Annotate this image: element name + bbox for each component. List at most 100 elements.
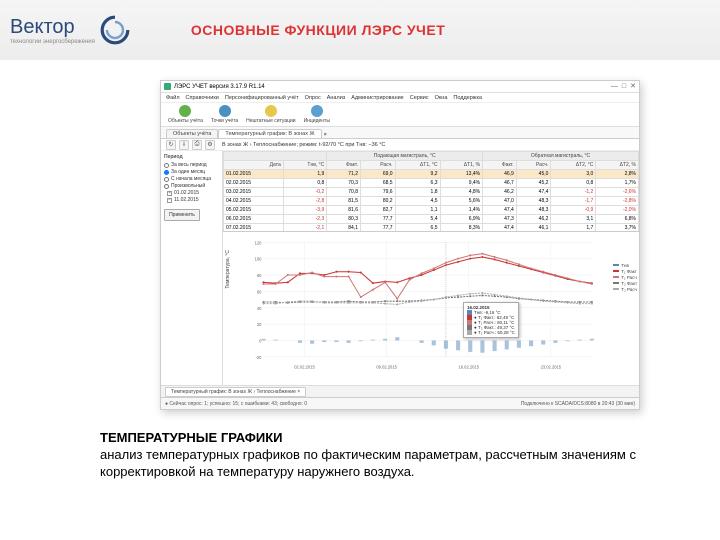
- close-icon[interactable]: ✕: [630, 83, 636, 90]
- chart-legend: ТнвТ₁ ФактТ₁ РасчТ₂ ФактТ₂ Расч: [613, 262, 637, 293]
- data-table-wrap[interactable]: Подающая магистраль, °CОбратная магистра…: [223, 151, 639, 232]
- apply-button[interactable]: Применить: [164, 209, 200, 221]
- svg-text:02.02.2015: 02.02.2015: [294, 364, 315, 369]
- settings-button[interactable]: ⚙: [205, 140, 215, 150]
- swirl-icon: [99, 14, 131, 46]
- menu-item[interactable]: Анализ: [327, 95, 346, 101]
- column-header[interactable]: ΔT1, %: [440, 161, 483, 170]
- chart-tooltip: 16.02.2015Тнв: -9,16 °C● Т₁ Факт.: 82,49…: [463, 302, 519, 338]
- status-right: Подключено к SCADA/DCS:8080 в 20:43 (30 …: [521, 401, 635, 407]
- svg-text:23.02.2015: 23.02.2015: [541, 364, 562, 369]
- period-option[interactable]: За весь период: [164, 162, 219, 168]
- column-header[interactable]: ΔT1, °C: [395, 161, 440, 170]
- svg-text:120: 120: [255, 240, 263, 245]
- app-window: ЛЭРС УЧЕТ версия 3.17.9 R1.14 — □ ✕ Файл…: [160, 80, 640, 410]
- radio-input[interactable]: [164, 170, 169, 175]
- tree-expand-icon[interactable]: +: [167, 191, 172, 196]
- period-option[interactable]: С начала месяца: [164, 176, 219, 182]
- toolbar-label: Нештатные ситуации: [246, 118, 295, 124]
- sidebar-section-label: Период: [164, 154, 219, 160]
- chart-plot: -2002040608010012002.02.201509.02.201516…: [245, 236, 635, 371]
- menu-item[interactable]: Окна: [435, 95, 448, 101]
- legend-item[interactable]: Т₁ Расч: [613, 275, 637, 280]
- table-row[interactable]: 05.02.2015-3,981,682,71,11,4%47,448,3-0,…: [224, 206, 639, 215]
- app-icon: [164, 83, 171, 90]
- svg-text:16.02.2015: 16.02.2015: [458, 364, 479, 369]
- toolbar-label: Объекты учёта: [168, 118, 203, 124]
- refresh-button[interactable]: ↻: [166, 140, 176, 150]
- menu-item[interactable]: Администрирование: [351, 95, 403, 101]
- date-to[interactable]: 11.02.2015: [174, 197, 199, 203]
- tab[interactable]: Объекты учёта: [166, 129, 218, 138]
- column-header[interactable]: Расч.: [360, 161, 395, 170]
- column-header[interactable]: ΔT2, %: [596, 161, 639, 170]
- legend-item[interactable]: Т₂ Факт: [613, 281, 637, 286]
- data-table: Подающая магистраль, °CОбратная магистра…: [223, 151, 639, 232]
- svg-text:60: 60: [257, 289, 262, 294]
- svg-text:80: 80: [257, 273, 262, 278]
- toolbar-points-button[interactable]: Точки учёта: [209, 104, 240, 125]
- footer-tabs: Температурный график: В зонах Ж › Теплос…: [161, 385, 639, 397]
- column-header[interactable]: ΔT2, °C: [551, 161, 596, 170]
- titlebar[interactable]: ЛЭРС УЧЕТ версия 3.17.9 R1.14 — □ ✕: [161, 81, 639, 93]
- column-header[interactable]: Тнв, °C: [283, 161, 327, 170]
- table-row[interactable]: 02.02.20150,870,368,56,39,4%46,745,20,81…: [224, 179, 639, 188]
- menu-item[interactable]: Сервис: [410, 95, 429, 101]
- column-header[interactable]: Факт.: [483, 161, 517, 170]
- export-button[interactable]: ⇩: [179, 140, 189, 150]
- table-row[interactable]: 04.02.2015-2,881,580,24,55,6%47,048,3-1,…: [224, 197, 639, 206]
- table-row[interactable]: 07.02.2015-2,184,177,76,58,3%47,446,11,7…: [224, 224, 639, 232]
- column-header[interactable]: Дата: [224, 161, 284, 170]
- chart-area[interactable]: Температура, °C -2002040608010012002.02.…: [223, 232, 639, 385]
- table-row[interactable]: 01.02.20151,971,269,09,213,4%46,945,03,0…: [224, 170, 639, 179]
- sub-toolbar: ↻ ⇩ ⎙ ⚙ В зонах Ж › Теплоснабжение; режи…: [161, 139, 639, 151]
- radio-input[interactable]: [164, 184, 169, 189]
- legend-item[interactable]: Тнв: [613, 263, 637, 268]
- minimize-icon[interactable]: —: [611, 83, 618, 90]
- menu-item[interactable]: Справочники: [186, 95, 219, 101]
- radio-input[interactable]: [164, 177, 169, 182]
- period-option[interactable]: За один месяц: [164, 169, 219, 175]
- legend-item[interactable]: Т₁ Факт: [613, 269, 637, 274]
- menu-item[interactable]: Поддержка: [453, 95, 482, 101]
- statusbar: ● Сейчас опрос: 1; успешно: 15; с ошибка…: [161, 397, 639, 409]
- y-axis-label: Температура, °C: [225, 250, 231, 289]
- menu-item[interactable]: Опрос: [305, 95, 321, 101]
- maximize-icon[interactable]: □: [622, 83, 626, 90]
- column-header[interactable]: Факт.: [327, 161, 361, 170]
- tab-close-icon[interactable]: ×: [324, 132, 327, 138]
- brand-tagline: технологии энергосбережения: [10, 39, 95, 45]
- svg-text:-20: -20: [255, 354, 262, 359]
- slide-caption: ТЕМПЕРАТУРНЫЕ ГРАФИКИ анализ температурн…: [100, 430, 640, 481]
- main-panel: Подающая магистраль, °CОбратная магистра…: [223, 151, 639, 385]
- status-left: ● Сейчас опрос: 1; успешно: 15; с ошибка…: [165, 401, 307, 407]
- toolbar-label: Точки учёта: [211, 118, 238, 124]
- tab[interactable]: Температурный график: В зонах Ж: [218, 129, 321, 138]
- ns-icon: [265, 105, 277, 117]
- print-button[interactable]: ⎙: [192, 140, 202, 150]
- table-row[interactable]: 06.02.2015-2,380,377,75,46,9%47,346,23,1…: [224, 215, 639, 224]
- toolbar-ns-button[interactable]: Нештатные ситуации: [244, 104, 297, 125]
- brand-name: Вектор: [10, 16, 75, 38]
- context-info: В зонах Ж › Теплоснабжение; режим: t-92/…: [222, 142, 385, 148]
- radio-input[interactable]: [164, 163, 169, 168]
- legend-item[interactable]: Т₂ Расч: [613, 287, 637, 292]
- menu-item[interactable]: Файл: [166, 95, 180, 101]
- footer-tab[interactable]: Температурный график: В зонах Ж › Теплос…: [165, 387, 306, 397]
- brand-logo: Вектор технологии энергосбережения: [10, 14, 131, 46]
- tree-expand-icon[interactable]: −: [167, 198, 172, 203]
- window-title: ЛЭРС УЧЕТ версия 3.17.9 R1.14: [174, 84, 265, 90]
- slide-title: ОСНОВНЫЕ ФУНКЦИИ ЛЭРС УЧЕТ: [191, 22, 445, 38]
- menu-item[interactable]: Персонифицированный учёт: [225, 95, 299, 101]
- objects-icon: [179, 105, 191, 117]
- tabs-row: Объекты учётаТемпературный график: В зон…: [161, 127, 639, 139]
- svg-text:09.02.2015: 09.02.2015: [376, 364, 397, 369]
- column-header[interactable]: Расч.: [516, 161, 551, 170]
- table-row[interactable]: 03.02.2015-0,270,879,61,84,8%46,247,4-1,…: [224, 188, 639, 197]
- period-option[interactable]: Произвольный: [164, 183, 219, 189]
- toolbar-inc-button[interactable]: Инциденты: [302, 104, 332, 125]
- toolbar-objects-button[interactable]: Объекты учёта: [166, 104, 205, 125]
- date-from[interactable]: 01.02.2015: [174, 190, 199, 196]
- toolbar: Объекты учёта Точки учёта Нештатные ситуац…: [161, 103, 639, 127]
- inc-icon: [311, 105, 323, 117]
